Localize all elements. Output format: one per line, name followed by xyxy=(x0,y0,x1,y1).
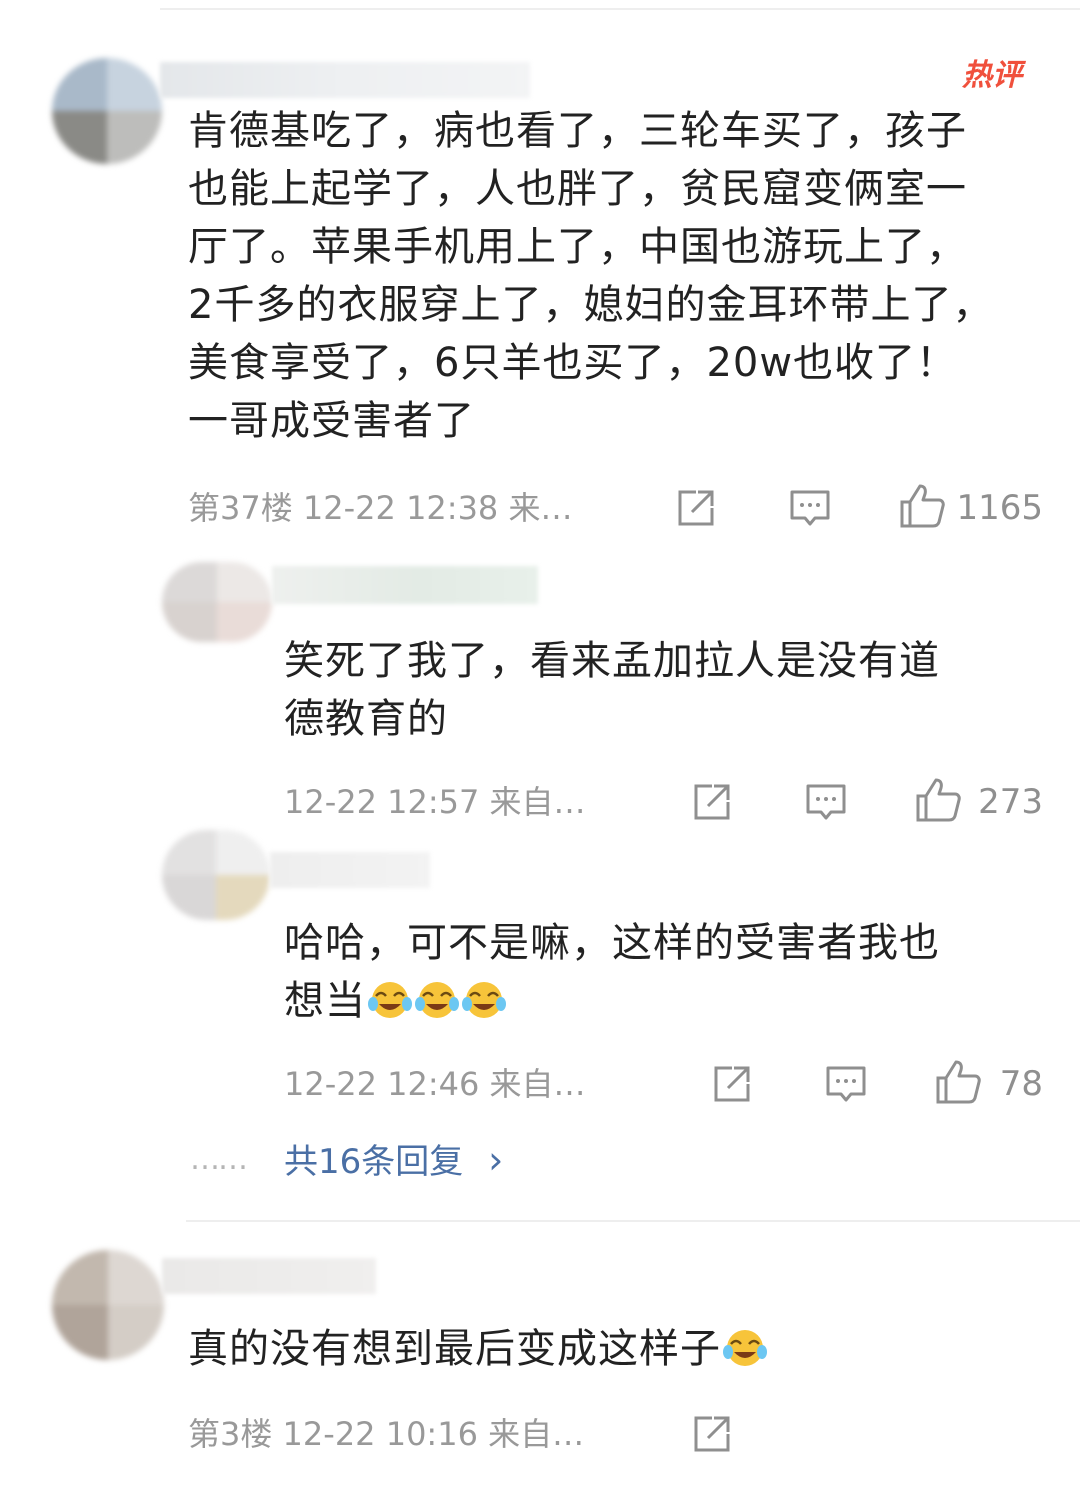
share-icon[interactable] xyxy=(690,780,734,824)
more-replies-label: 共16条回复 xyxy=(284,1142,464,1182)
timestamp: 12-22 12:57 xyxy=(284,783,480,821)
avatar[interactable] xyxy=(52,1250,164,1360)
top-divider xyxy=(160,8,1080,10)
floor-number: 第37楼 xyxy=(188,489,293,527)
crying-laughing-emoji xyxy=(723,1330,767,1366)
reply-text: 哈哈，可不是嘛，这样的受害者我也 想当 xyxy=(284,920,940,1024)
timestamp: 12-22 10:16 xyxy=(282,1415,478,1453)
comment-meta: 第3楼 12-22 10:16 来自… xyxy=(188,1414,584,1454)
replies-dots: …… xyxy=(190,1142,248,1177)
share-icon[interactable] xyxy=(690,1412,734,1456)
comment-icon[interactable] xyxy=(804,780,848,824)
crying-laughing-emoji xyxy=(368,982,412,1018)
chevron-right-icon: › xyxy=(488,1138,504,1182)
source[interactable]: 来自… xyxy=(488,1415,584,1453)
share-icon[interactable] xyxy=(710,1062,754,1106)
floor-number: 第3楼 xyxy=(188,1415,273,1453)
like-count: 78 xyxy=(999,1064,1043,1104)
username-blurred[interactable] xyxy=(272,566,538,604)
crying-laughing-emoji xyxy=(462,982,506,1018)
like-count: 1165 xyxy=(956,488,1043,528)
avatar[interactable] xyxy=(52,58,162,164)
source[interactable]: 来… xyxy=(508,489,572,527)
reply-meta: 12-22 12:57 来自… xyxy=(284,782,586,822)
share-icon[interactable] xyxy=(674,486,718,530)
username-blurred[interactable] xyxy=(270,852,430,888)
comment-divider xyxy=(186,1220,1080,1222)
more-replies-link[interactable]: 共16条回复 › xyxy=(284,1140,503,1182)
like-icon[interactable] xyxy=(934,1058,982,1106)
reply-text: 笑死了我了，看来孟加拉人是没有道 德教育的 xyxy=(284,638,940,742)
like-icon[interactable] xyxy=(898,482,946,530)
like-icon[interactable] xyxy=(914,776,962,824)
avatar[interactable] xyxy=(162,562,272,642)
like-count: 273 xyxy=(978,782,1043,822)
hot-comment-badge: 热评 xyxy=(962,58,1022,93)
timestamp: 12-22 12:46 xyxy=(284,1065,480,1103)
username-blurred[interactable] xyxy=(160,62,530,98)
comment-text: 真的没有想到最后变成这样子 xyxy=(188,1320,1048,1378)
avatar[interactable] xyxy=(162,830,270,920)
source[interactable]: 来自… xyxy=(490,783,586,821)
crying-laughing-emoji xyxy=(415,982,459,1018)
source[interactable]: 来自… xyxy=(490,1065,586,1103)
comment-meta: 第37楼 12-22 12:38 来… xyxy=(188,488,572,528)
comment-text: 肯德基吃了，病也看了，三轮车买了，孩子 也能上起学了，人也胖了，贫民窟变俩室一 … xyxy=(188,108,994,444)
comment-icon[interactable] xyxy=(788,486,832,530)
timestamp: 12-22 12:38 xyxy=(302,489,499,527)
username-blurred[interactable] xyxy=(162,1258,376,1294)
reply-meta: 12-22 12:46 来自… xyxy=(284,1064,586,1104)
comment-icon[interactable] xyxy=(824,1062,868,1106)
